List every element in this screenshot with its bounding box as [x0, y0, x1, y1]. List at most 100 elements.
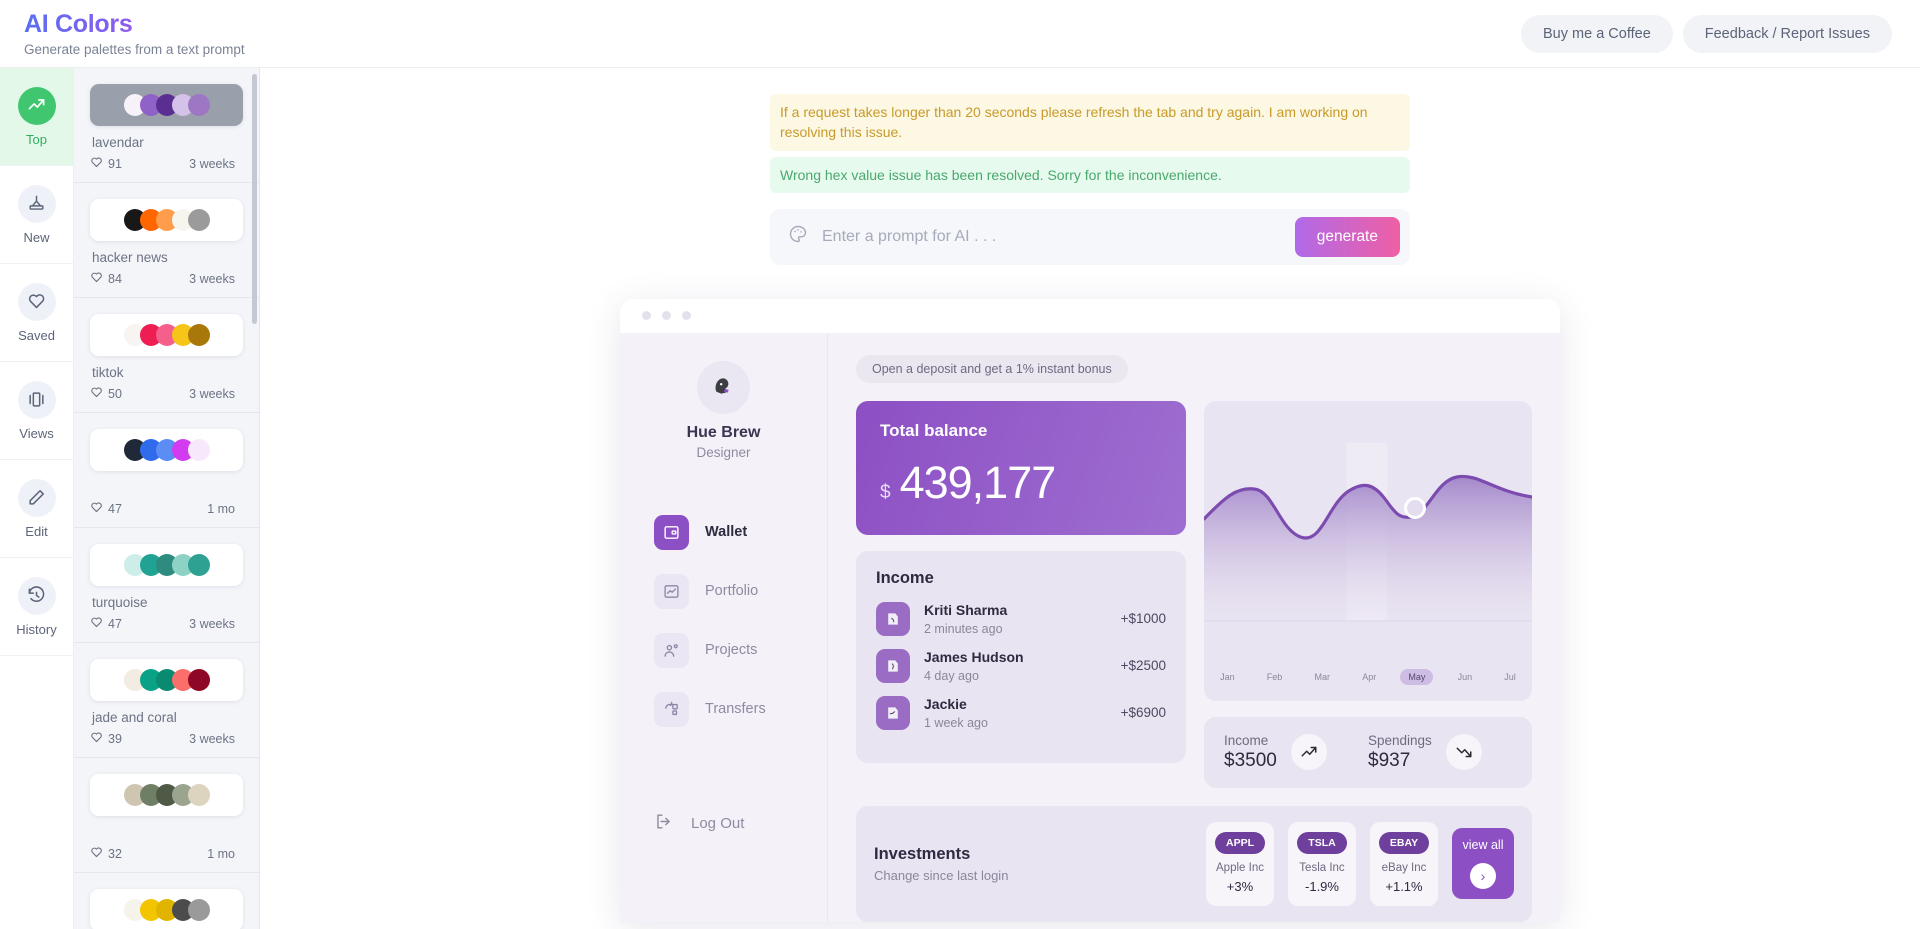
- mockup-nav-portfolio[interactable]: Portfolio: [654, 573, 827, 609]
- income-time: 2 minutes ago: [924, 621, 1003, 636]
- palette-swatches: [123, 94, 210, 116]
- app-header: AI Colors Generate palettes from a text …: [0, 0, 1920, 68]
- sidebar-item-views[interactable]: Views: [0, 362, 73, 460]
- palette-likes[interactable]: 32: [90, 846, 122, 862]
- palette-swatch-card: [90, 659, 243, 701]
- buy-me-a-coffee-button[interactable]: Buy me a Coffee: [1521, 14, 1673, 53]
- ticker-name: Apple Inc: [1216, 861, 1264, 874]
- income-row[interactable]: Kriti Sharma 2 minutes ago +$1000: [876, 601, 1166, 636]
- ticker-card-appl[interactable]: APPL Apple Inc +3%: [1206, 821, 1274, 906]
- mockup-logout-label: Log Out: [691, 815, 745, 833]
- palette-age: 3 weeks: [189, 617, 235, 631]
- income-amount: +$2500: [1120, 658, 1166, 674]
- mockup-nav: Wallet Portfolio Projects Transfers: [620, 514, 827, 727]
- trend-up-icon: [1290, 734, 1327, 771]
- heart-icon: [90, 501, 103, 517]
- investments-card: Investments Change since last login APPL…: [856, 805, 1532, 922]
- palette-likes[interactable]: 39: [90, 731, 122, 747]
- palette-list-item[interactable]: [74, 873, 259, 929]
- trending-up-icon: [17, 86, 56, 125]
- heart-icon: [17, 282, 56, 321]
- history-clock-icon: [17, 576, 56, 615]
- palette-likes[interactable]: 47: [90, 616, 122, 632]
- sidebar-item-history[interactable]: History: [0, 558, 73, 656]
- ticker-change: -1.9%: [1305, 878, 1339, 894]
- mockup-nav-label: Transfers: [705, 701, 766, 718]
- balance-trend-chart: Jan Feb Mar Apr May Jun Jul: [1204, 400, 1532, 701]
- palette-list-item[interactable]: turquoise 47 3 weeks: [74, 528, 259, 643]
- sidebar-item-label: Saved: [18, 327, 55, 343]
- header-actions: Buy me a Coffee Feedback / Report Issues: [1521, 14, 1892, 53]
- heart-icon: [90, 386, 103, 402]
- ticker-card-tsla[interactable]: TSLA Tesla Inc -1.9%: [1288, 821, 1356, 906]
- mockup-nav-projects[interactable]: Projects: [654, 632, 827, 668]
- palette-swatch: [187, 209, 210, 231]
- ticker-card-ebay[interactable]: EBAY eBay Inc +1.1%: [1370, 821, 1438, 906]
- palette-list-item[interactable]: 32 1 mo: [74, 758, 259, 873]
- palette-preview-mockup: Hue Brew Designer Wallet Portfolio Proje…: [620, 298, 1560, 922]
- palette-likes[interactable]: 91: [90, 156, 122, 172]
- ticker-change: +3%: [1226, 878, 1254, 894]
- ticker-change: +1.1%: [1385, 878, 1423, 894]
- income-person: Jackie 1 week ago: [924, 696, 988, 730]
- palette-name: jade and coral: [92, 710, 177, 725]
- palette-age: 1 mo: [207, 847, 235, 861]
- prompt-input[interactable]: [822, 227, 1281, 246]
- window-dot-maximize: [682, 311, 691, 321]
- palette-meta: 47 3 weeks: [90, 616, 243, 632]
- income-time: 1 week ago: [924, 715, 988, 730]
- income-title: Income: [876, 568, 934, 587]
- income-person: Kriti Sharma 2 minutes ago: [924, 602, 1007, 636]
- sidebar-item-new[interactable]: New: [0, 166, 73, 264]
- palette-list-item[interactable]: jade and coral 39 3 weeks: [74, 643, 259, 758]
- ticker-symbol: TSLA: [1297, 831, 1347, 854]
- palette-likes[interactable]: 47: [90, 501, 122, 517]
- palette-swatch: [187, 899, 210, 921]
- mockup-nav-wallet[interactable]: Wallet: [654, 514, 827, 550]
- palette-age: 3 weeks: [189, 732, 235, 746]
- income-name: Jackie: [924, 695, 967, 712]
- mockup-content: Open a deposit and get a 1% instant bonu…: [828, 333, 1560, 922]
- view-all-button[interactable]: view all ›: [1452, 828, 1514, 900]
- palette-list-item[interactable]: 47 1 mo: [74, 413, 259, 528]
- income-amount: +$1000: [1120, 611, 1166, 627]
- palette-name: [92, 480, 241, 496]
- palette-likes[interactable]: 84: [90, 271, 122, 287]
- chart-hover-point[interactable]: [1404, 496, 1426, 519]
- palette-list-item[interactable]: lavendar 91 3 weeks: [74, 68, 259, 183]
- mockup-logout[interactable]: Log Out: [620, 812, 827, 836]
- palette-list-item[interactable]: tiktok 50 3 weeks: [74, 298, 259, 413]
- sidebar-item-edit[interactable]: Edit: [0, 460, 73, 558]
- palette-like-count: 47: [108, 617, 122, 631]
- palette-icon: [788, 224, 808, 249]
- brand-block: AI Colors Generate palettes from a text …: [24, 10, 245, 57]
- palette-likes[interactable]: 50: [90, 386, 122, 402]
- palette-list-item[interactable]: hacker news 84 3 weeks: [74, 183, 259, 298]
- sidebar-item-top[interactable]: Top: [0, 68, 73, 166]
- palette-meta: 39 3 weeks: [90, 731, 243, 747]
- palette-list[interactable]: lavendar 91 3 weeks hacker news 84 3 weeks tik…: [74, 68, 260, 929]
- palette-swatches: [123, 209, 210, 231]
- generate-button[interactable]: generate: [1294, 216, 1400, 257]
- heart-icon: [90, 156, 103, 172]
- heart-icon: [90, 616, 103, 632]
- promo-banner: Open a deposit and get a 1% instant bonu…: [856, 354, 1128, 383]
- sidebar-item-saved[interactable]: Saved: [0, 264, 73, 362]
- palette-list-scrollbar[interactable]: [252, 74, 257, 324]
- feedback-report-issues-button[interactable]: Feedback / Report Issues: [1682, 14, 1892, 53]
- palette-meta: 50 3 weeks: [90, 386, 243, 402]
- palette-meta: 47 1 mo: [90, 501, 243, 517]
- income-name: Kriti Sharma: [924, 601, 1008, 618]
- palette-swatch: [187, 784, 210, 806]
- wallet-icon: [654, 514, 689, 550]
- palette-name: lavendar: [92, 135, 144, 150]
- palette-name: [92, 825, 241, 841]
- stat-income: Income $3500: [1224, 733, 1368, 772]
- logout-icon: [654, 812, 673, 836]
- stat-label: Spendings: [1368, 732, 1432, 748]
- mockup-nav-transfers[interactable]: Transfers: [654, 691, 827, 727]
- income-row[interactable]: Jackie 1 week ago +$6900: [876, 695, 1166, 730]
- balance-title: Total balance: [880, 420, 988, 440]
- mockup-body: Hue Brew Designer Wallet Portfolio Proje…: [620, 332, 1560, 922]
- income-row[interactable]: James Hudson 4 day ago +$2500: [876, 648, 1166, 683]
